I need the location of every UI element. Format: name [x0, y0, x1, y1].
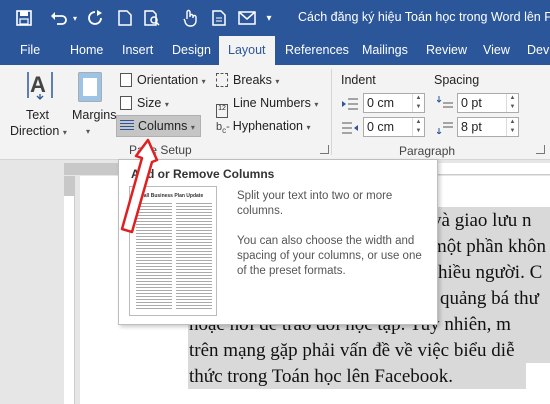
annotation-arrow-icon: [120, 138, 159, 234]
